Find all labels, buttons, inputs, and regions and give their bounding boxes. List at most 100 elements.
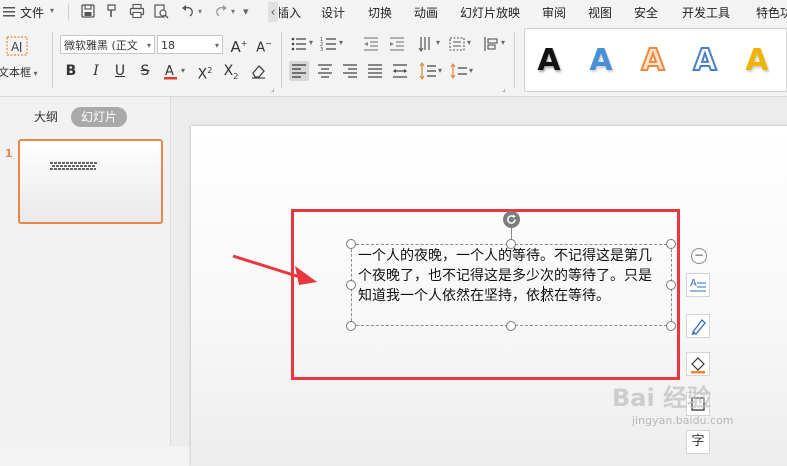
resize-handle-top[interactable]: [506, 239, 516, 249]
undo-icon[interactable]: [180, 3, 196, 19]
text-direction-icon[interactable]: [417, 35, 435, 53]
slide-thumbnail[interactable]: [18, 139, 163, 224]
resize-handle-bottom-left[interactable]: [346, 321, 356, 331]
text-style-gallery: A A A A A: [524, 28, 787, 92]
decrease-font-size-button[interactable]: A−: [255, 35, 273, 55]
tab-view[interactable]: 视图: [588, 4, 612, 21]
italic-button[interactable]: I: [87, 62, 105, 80]
chevron-down-icon[interactable]: ▾: [436, 38, 440, 47]
text-style-blue[interactable]: A: [583, 39, 619, 83]
chevron-down-icon: ▾: [214, 41, 219, 50]
font-color-button[interactable]: A: [162, 62, 180, 80]
textbox-label: 文本框: [0, 66, 31, 79]
chevron-down-icon[interactable]: ▾: [501, 38, 505, 47]
text-style-blue-outline[interactable]: A: [687, 39, 723, 83]
format-painter-icon[interactable]: [104, 3, 120, 19]
text-style-black[interactable]: A: [531, 39, 567, 83]
shape-style-tool-icon[interactable]: [686, 314, 710, 338]
font-name-value: 微软雅黑 (正文: [64, 39, 138, 52]
text-style-orange-outline[interactable]: A: [635, 39, 671, 83]
align-left-button[interactable]: [289, 61, 309, 81]
text-style-gold[interactable]: A: [739, 39, 775, 83]
tab-animations[interactable]: 动画: [414, 4, 438, 21]
increase-font-size-button[interactable]: A+: [230, 35, 248, 56]
resize-handle-top-left[interactable]: [346, 239, 356, 249]
underline-button[interactable]: U: [111, 62, 129, 80]
align-center-button[interactable]: [316, 62, 334, 80]
font-tool-label: 字: [691, 434, 705, 449]
textbox-button[interactable]: 文本框 ▾: [0, 64, 38, 80]
resize-handle-top-right[interactable]: [666, 239, 676, 249]
tab-insert[interactable]: 插入: [279, 4, 301, 21]
customize-quick-access-icon[interactable]: ▾: [243, 5, 249, 18]
font-dialog-launcher-icon[interactable]: ⌟: [271, 84, 275, 93]
align-right-button[interactable]: [341, 62, 359, 80]
rotate-handle-icon[interactable]: [503, 211, 520, 228]
paragraph-dialog-launcher-icon[interactable]: ⌟: [502, 84, 506, 93]
font-name-select[interactable]: 微软雅黑 (正文 ▾: [60, 35, 155, 54]
chevron-down-icon[interactable]: ▾: [438, 66, 442, 75]
collapse-toolbar-icon[interactable]: −: [691, 248, 707, 264]
distribute-button[interactable]: [391, 62, 409, 80]
textbox-icon[interactable]: A: [6, 36, 28, 56]
slide-navigation-panel: 大纲 幻灯片 1: [0, 97, 171, 446]
line-spacing-icon[interactable]: [419, 62, 437, 80]
resize-handle-bottom[interactable]: [506, 321, 516, 331]
justify-button[interactable]: [366, 62, 384, 80]
fill-color-tool-icon[interactable]: [686, 352, 710, 376]
scroll-tabs-left-button[interactable]: ‹: [268, 2, 278, 22]
file-menu[interactable]: 文件: [20, 4, 44, 21]
resize-handle-left[interactable]: [346, 280, 356, 290]
text-cursor: [543, 286, 544, 302]
text-format-tool-icon[interactable]: A: [686, 273, 710, 297]
superscript-button[interactable]: X2: [196, 62, 214, 83]
decrease-indent-icon[interactable]: [362, 35, 380, 53]
bold-button[interactable]: B: [62, 62, 80, 80]
chevron-down-icon[interactable]: ▾: [309, 38, 313, 47]
resize-handle-bottom-right[interactable]: [666, 321, 676, 331]
slide-body-text[interactable]: 一个人的夜晚，一个人的等待。不记得这是第几个夜晚了，也不记得这是多少次的等待了。…: [358, 246, 662, 306]
increase-indent-icon[interactable]: [388, 35, 406, 53]
paragraph-spacing-icon[interactable]: [450, 62, 468, 80]
tab-slideshow[interactable]: 幻灯片放映: [460, 4, 520, 21]
redo-icon[interactable]: [213, 3, 229, 19]
tab-security[interactable]: 安全: [634, 4, 658, 21]
resize-handle-right[interactable]: [666, 280, 676, 290]
redo-chevron-icon[interactable]: ▾: [231, 7, 235, 16]
chevron-down-icon[interactable]: ▾: [339, 38, 343, 47]
chevron-down-icon[interactable]: ▾: [467, 38, 471, 47]
save-icon[interactable]: [80, 3, 96, 19]
tab-review[interactable]: 审阅: [542, 4, 566, 21]
tab-transitions[interactable]: 切换: [368, 4, 392, 21]
tab-design[interactable]: 设计: [321, 4, 345, 21]
tab-slides[interactable]: 幻灯片: [71, 107, 128, 127]
print-preview-icon[interactable]: [153, 3, 169, 19]
font-size-select[interactable]: 18 ▾: [157, 35, 223, 54]
undo-chevron-icon[interactable]: ▾: [198, 7, 202, 16]
tab-outline[interactable]: 大纲: [24, 107, 68, 127]
tab-developer[interactable]: 开发工具: [682, 4, 730, 21]
print-icon[interactable]: [129, 3, 145, 19]
clear-format-icon[interactable]: [249, 62, 267, 80]
baidu-watermark-logo: Bai 经验: [612, 384, 712, 412]
tab-insert-label: 插入: [279, 6, 301, 20]
svg-text:A: A: [165, 64, 174, 79]
svg-text:A: A: [690, 278, 697, 289]
hamburger-icon[interactable]: [2, 5, 16, 19]
subscript-button[interactable]: X2: [222, 62, 240, 81]
bullet-list-icon[interactable]: [290, 35, 308, 53]
divider: [281, 32, 282, 88]
columns-icon[interactable]: [448, 35, 466, 53]
baidu-watermark-url: jingyan.baidu.com: [632, 414, 734, 427]
font-tool-button[interactable]: 字: [686, 430, 710, 454]
thumbnail-text-preview: [50, 161, 98, 173]
tab-special-features[interactable]: 特色功能: [756, 4, 787, 21]
font-size-value: 18: [161, 39, 175, 52]
align-text-icon[interactable]: [482, 35, 500, 53]
strikethrough-button[interactable]: S: [136, 62, 154, 80]
file-menu-chevron-icon[interactable]: ▾: [50, 6, 54, 15]
font-color-chevron-icon[interactable]: ▾: [181, 66, 185, 75]
divider: [514, 32, 515, 88]
numbered-list-icon[interactable]: 123: [320, 35, 338, 53]
chevron-down-icon[interactable]: ▾: [469, 66, 473, 75]
